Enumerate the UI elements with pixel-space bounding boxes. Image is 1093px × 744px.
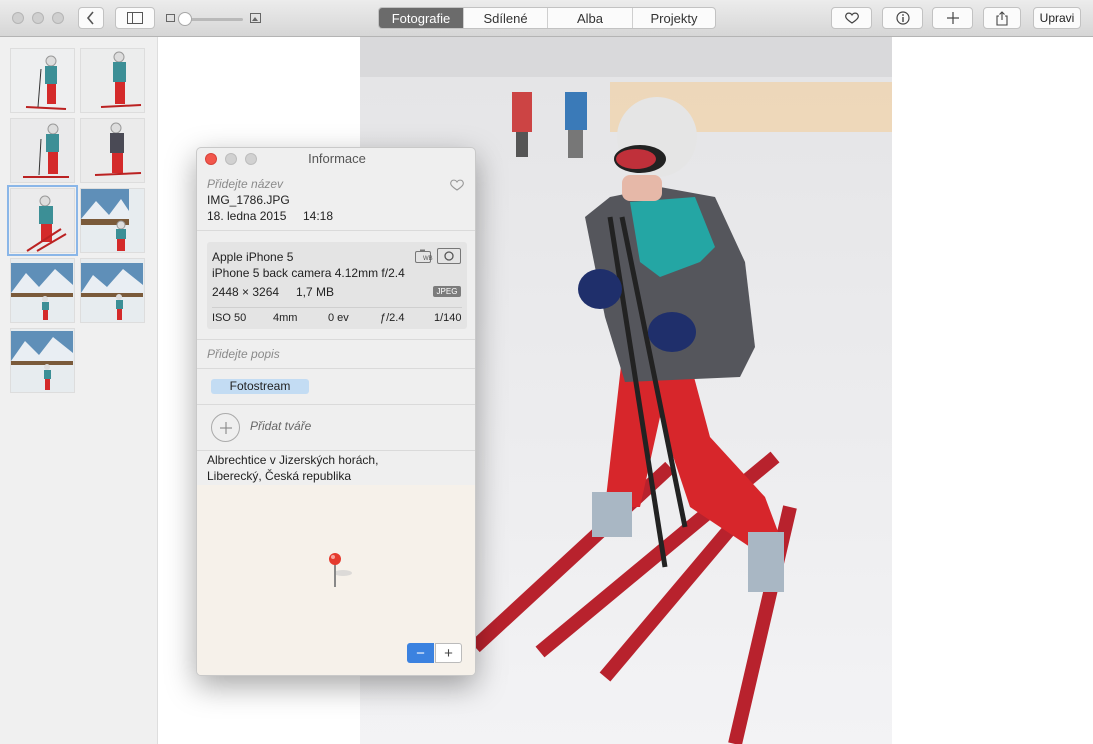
divider [197,404,475,405]
title-input[interactable]: Přidejte název [207,177,283,191]
format-badge: JPEG [433,286,461,297]
info-panel: Informace Přidejte název IMG_1786.JPG 18… [196,147,476,676]
capture-date: 18. ledna 2015 [207,209,287,223]
divider [197,450,475,451]
divider [197,230,475,231]
thumbnail-4[interactable] [80,118,145,183]
thumbnail-sidebar [0,37,158,744]
camera-icon [437,248,461,264]
share-button[interactable] [983,7,1021,29]
exif-aperture: ƒ/2.4 [380,312,405,324]
thumbnail-5-selected[interactable] [7,185,78,256]
exif-exposure: 0 ev [328,312,349,324]
add-button[interactable] [932,7,973,29]
thumbnail-3[interactable] [10,118,75,183]
file-size: 1,7 MB [296,285,335,299]
favorite-button[interactable] [831,7,872,29]
info-icon [895,11,910,25]
keyword-tag[interactable]: Fotostream [211,379,309,394]
divider [212,307,462,308]
thumbnail-2[interactable] [80,48,145,113]
exif-focal-length: 4mm [273,312,298,324]
back-button[interactable] [78,7,104,29]
tab-fotografie[interactable]: Fotografie [379,8,463,28]
map-zoom-in-button[interactable]: + [435,643,462,663]
location-map[interactable]: − + [197,485,475,675]
edit-button[interactable]: Upravi [1033,7,1081,29]
sidebar-toggle-icon [127,12,143,24]
dimensions: 2448 × 3264 [212,285,280,299]
small-photo-icon [166,14,175,22]
add-faces-button[interactable] [211,413,240,442]
add-faces-label[interactable]: Přidat tváře [250,419,311,433]
toolbar: Fotografie Sdílené Alba Projekty Upravi [0,0,1093,37]
divider [197,368,475,369]
lens-info: iPhone 5 back camera 4.12mm f/2.4 [212,266,405,280]
camera-model: Apple iPhone 5 [212,250,294,264]
camera-info-box: Apple iPhone 5 iPhone 5 back camera 4.12… [207,242,467,329]
map-pin-icon [329,553,352,587]
add-icon [219,421,232,434]
zoom-slider-knob[interactable] [178,12,192,26]
capture-time: 14:18 [303,209,334,223]
exif-shutter: 1/140 [434,312,462,324]
share-icon [996,10,1008,26]
view-tabs: Fotografie Sdílené Alba Projekty [378,7,716,29]
map-zoom-out-button[interactable]: − [407,643,434,663]
tab-projekty[interactable]: Projekty [632,8,715,28]
location-line-2: Liberecký, Česká republika [207,469,352,483]
heart-icon [844,12,859,24]
tab-sdilene[interactable]: Sdílené [463,8,547,28]
thumbnail-6[interactable] [80,188,145,253]
exif-iso: ISO 50 [212,312,247,324]
minimize-window-button[interactable] [32,12,44,24]
close-window-button[interactable] [12,12,24,24]
thumbnail-9[interactable] [10,328,75,393]
filename: IMG_1786.JPG [207,193,290,207]
zoom-window-button[interactable] [52,12,64,24]
favorite-heart-icon[interactable] [450,179,464,191]
thumbnail-8[interactable] [80,258,145,323]
thumbnail-7[interactable] [10,258,75,323]
wb-label: WB [423,256,433,262]
sidebar-toggle-button[interactable] [115,7,155,29]
location-line-1: Albrechtice v Jizerských horách, [207,453,379,467]
panel-title: Informace [308,151,366,166]
white-balance-icon: WB [415,249,433,263]
add-icon [946,12,959,24]
divider [197,339,475,340]
back-chevron-icon [86,11,94,25]
large-photo-icon [250,13,261,23]
info-button[interactable] [882,7,923,29]
description-input[interactable]: Přidejte popis [207,347,280,361]
tab-alba[interactable]: Alba [547,8,632,28]
thumbnail-1[interactable] [10,48,75,113]
